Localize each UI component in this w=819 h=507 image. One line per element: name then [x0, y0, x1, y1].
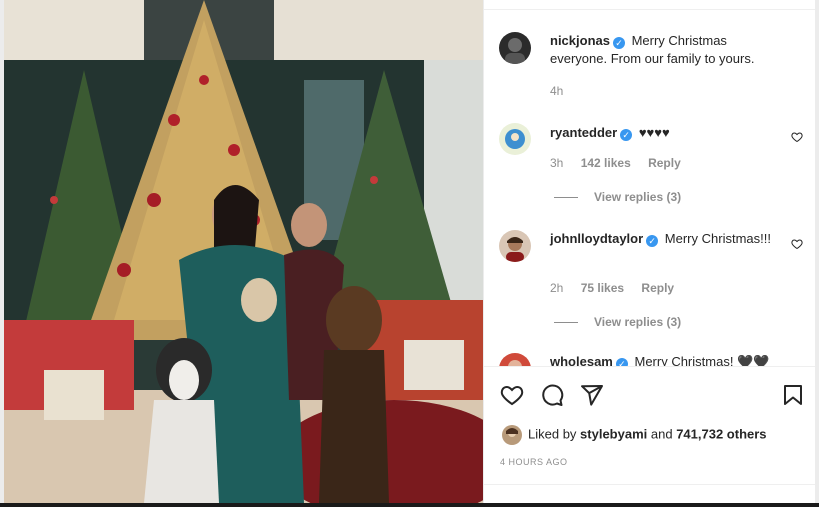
comment-time[interactable]: 3h	[550, 156, 563, 170]
liker-username[interactable]: stylebyami	[580, 426, 647, 441]
comment-username[interactable]: nickjonas	[550, 33, 610, 48]
comment-username[interactable]: ryantedder	[550, 125, 617, 140]
post-timestamp[interactable]: 4 HOURS AGO	[500, 457, 568, 467]
liker-avatar[interactable]	[502, 425, 522, 445]
comment-like-heart-icon[interactable]	[791, 131, 803, 143]
comments-panel: nickjonas ✓ Merry Christmas everyone. Fro…	[484, 0, 815, 503]
comment-likes[interactable]: 75 likes	[581, 281, 624, 295]
comments-list[interactable]: nickjonas ✓ Merry Christmas everyone. Fro…	[484, 10, 815, 366]
heart-icon[interactable]	[500, 383, 524, 407]
likes-prefix: Liked by	[528, 426, 577, 442]
comment-time[interactable]: 4h	[550, 84, 563, 98]
verified-badge-icon: ✓	[620, 129, 633, 141]
likes-summary: Liked by stylebyami and 741,732 others	[502, 425, 767, 445]
bookmark-icon[interactable]	[781, 383, 805, 407]
bottom-edge	[0, 503, 819, 507]
share-icon[interactable]	[580, 383, 604, 407]
avatar[interactable]	[499, 32, 531, 64]
comment-username[interactable]: wholesam	[550, 354, 613, 366]
avatar[interactable]	[499, 123, 531, 155]
verified-badge-icon: ✓	[612, 37, 625, 49]
verified-badge-icon: ✓	[615, 358, 628, 366]
comment-like-heart-icon[interactable]	[791, 238, 803, 250]
avatar[interactable]	[499, 230, 531, 262]
divider	[554, 197, 578, 199]
comment-text: ♥♥♥♥	[638, 125, 670, 140]
comment-time[interactable]: 2h	[550, 281, 563, 295]
comment-likes[interactable]: 142 likes	[581, 156, 631, 170]
verified-badge-icon: ✓	[646, 235, 659, 247]
comment-username[interactable]: johnlloydtaylor	[550, 231, 643, 246]
likes-count[interactable]: 741,732 others	[676, 426, 766, 441]
divider	[484, 366, 815, 367]
divider	[484, 484, 815, 485]
post-photo[interactable]	[4, 0, 483, 503]
reply-button[interactable]: Reply	[641, 281, 674, 295]
photo-christmas-family	[4, 0, 483, 503]
comment-text: Merry Christmas!!!	[664, 231, 771, 246]
view-replies-button[interactable]: View replies (3)	[554, 190, 681, 204]
comment-icon[interactable]	[540, 383, 564, 407]
likes-and: and	[650, 426, 673, 442]
view-replies-button[interactable]: View replies (3)	[554, 315, 681, 329]
divider	[554, 322, 578, 324]
reply-button[interactable]: Reply	[648, 156, 681, 170]
avatar[interactable]	[499, 353, 531, 366]
post-modal: nickjonas ✓ Merry Christmas everyone. Fro…	[0, 0, 819, 507]
